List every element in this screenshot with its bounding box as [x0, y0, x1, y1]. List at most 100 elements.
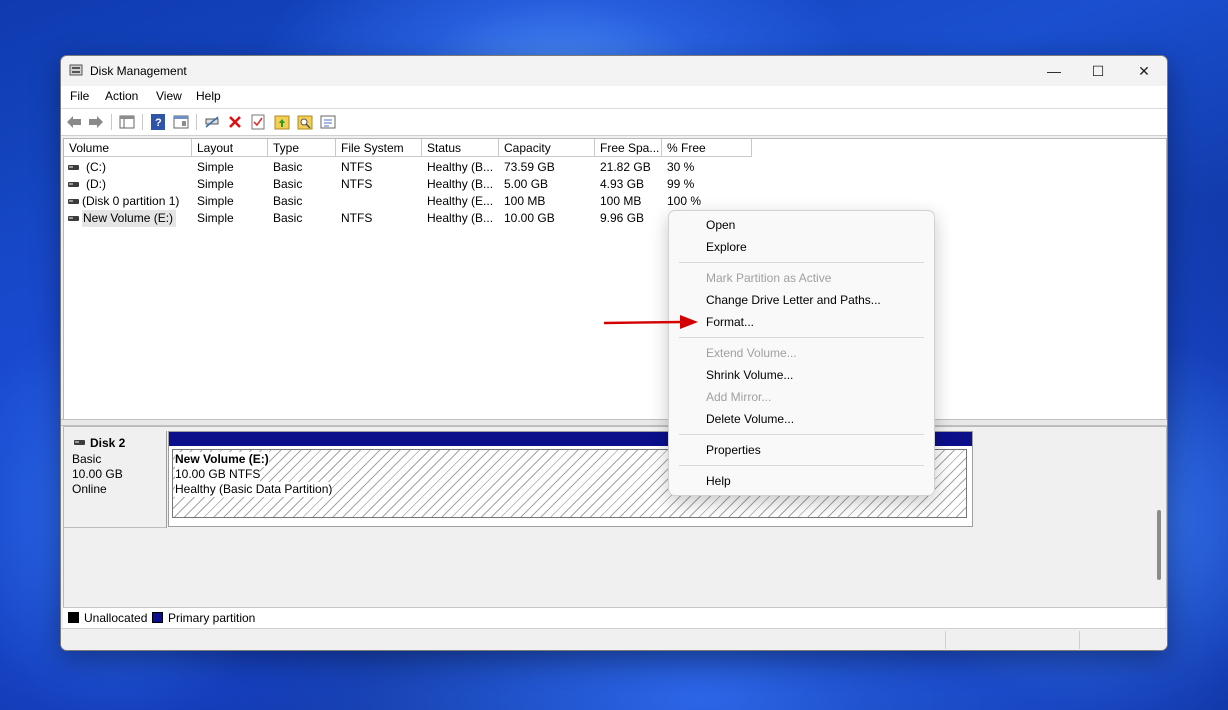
menu-action[interactable]: Action: [105, 89, 138, 103]
cell-percent-free: 99 %: [667, 177, 695, 191]
cell-status: Healthy (B...: [427, 177, 494, 191]
cell-free-space: 21.82 GB: [600, 160, 651, 174]
menu-item-properties[interactable]: Properties: [706, 443, 761, 457]
legend-primary: Primary partition: [168, 611, 256, 625]
menu-item-extend-volume[interactable]: Extend Volume...: [706, 346, 797, 360]
partition-name: New Volume (E:): [175, 452, 269, 467]
cell-volume: New Volume (E:): [83, 211, 174, 225]
menu-item-explore[interactable]: Explore: [706, 240, 747, 254]
help-icon[interactable]: ?: [149, 113, 167, 131]
cell-status: Healthy (E...: [427, 194, 494, 208]
menu-item-shrink-volume[interactable]: Shrink Volume...: [706, 368, 793, 382]
drive-icon: [68, 216, 79, 221]
column-header-file-system[interactable]: File System: [336, 139, 422, 157]
menu-separator: [679, 337, 924, 338]
menu-separator: [679, 434, 924, 435]
table-row[interactable]: (Disk 0 partition 1) Simple Basic Health…: [64, 193, 1164, 210]
cell-free-space: 100 MB: [600, 194, 642, 208]
cell-capacity: 10.00 GB: [504, 211, 555, 225]
drive-icon: [68, 165, 79, 170]
table-row[interactable]: (D:) Simple Basic NTFS Healthy (B... 5.0…: [64, 176, 1164, 193]
cell-percent-free: 100 %: [667, 194, 702, 208]
partition-status: Healthy (Basic Data Partition): [175, 482, 333, 497]
column-header-free-space[interactable]: Free Spa...: [595, 139, 662, 157]
cell-volume: (D:): [86, 177, 106, 191]
forward-arrow-icon[interactable]: [87, 113, 105, 131]
disk-management-window: Disk Management — ☐ ✕ File Action View H…: [60, 55, 1168, 651]
toolbar-separator: [196, 114, 197, 130]
column-header-type[interactable]: Type: [268, 139, 336, 157]
cell-capacity: 73.59 GB: [504, 160, 555, 174]
status-divider: [1079, 631, 1080, 649]
properties-icon[interactable]: [172, 113, 190, 131]
cell-percent-free: 30 %: [667, 160, 695, 174]
minimize-button[interactable]: —: [1031, 56, 1077, 86]
pane-splitter[interactable]: [61, 419, 1167, 426]
console-tree-icon[interactable]: [118, 113, 136, 131]
menu-item-open[interactable]: Open: [706, 218, 735, 232]
maximize-icon: ☐: [1091, 62, 1105, 79]
connect-icon[interactable]: [203, 113, 221, 131]
drive-icon: [68, 182, 79, 187]
cell-free-space: 4.93 GB: [600, 177, 645, 191]
cell-type: Basic: [273, 211, 303, 225]
legend-bar: Unallocated Primary partition: [63, 607, 1165, 628]
vertical-scrollbar[interactable]: [1157, 510, 1161, 580]
unallocated-swatch: [68, 612, 79, 623]
disk-layout-pane[interactable]: Disk 2 Basic 10.00 GB Online New Volume …: [63, 426, 1167, 608]
volume-list-pane[interactable]: Volume Layout Type File System Status Ca…: [63, 138, 1167, 420]
title-bar[interactable]: Disk Management — ☐ ✕: [61, 56, 1167, 86]
maximize-button[interactable]: ☐: [1075, 56, 1121, 86]
toolbar-separator: [142, 114, 143, 130]
cell-capacity: 100 MB: [504, 194, 546, 208]
checklist-icon[interactable]: [249, 113, 267, 131]
menu-item-mark-active[interactable]: Mark Partition as Active: [706, 271, 831, 285]
column-header-status[interactable]: Status: [422, 139, 499, 157]
minimize-icon: —: [1047, 63, 1061, 79]
cell-layout: Simple: [197, 160, 234, 174]
table-row-selected[interactable]: New Volume (E:) Simple Basic NTFS Health…: [64, 210, 1164, 227]
cell-volume: (Disk 0 partition 1): [82, 194, 180, 208]
folder-search-icon[interactable]: [296, 113, 314, 131]
disk-name: Disk 2: [90, 436, 126, 450]
close-icon: ✕: [1138, 62, 1150, 79]
cell-layout: Simple: [197, 211, 234, 225]
cell-file-system: NTFS: [341, 211, 373, 225]
column-header-layout[interactable]: Layout: [192, 139, 268, 157]
context-menu: Open Explore Mark Partition as Active Ch…: [668, 210, 935, 496]
column-header-percent-free[interactable]: % Free: [662, 139, 752, 157]
close-button[interactable]: ✕: [1121, 56, 1167, 86]
disk-state: Online: [72, 482, 107, 496]
folder-up-icon[interactable]: [273, 113, 291, 131]
menu-item-change-drive-letter[interactable]: Change Drive Letter and Paths...: [706, 293, 881, 307]
menu-view[interactable]: View: [156, 89, 182, 103]
cell-status: Healthy (B...: [427, 211, 494, 225]
cell-volume: (C:): [86, 160, 106, 174]
disk-size: 10.00 GB: [72, 467, 123, 481]
disk-management-app-icon: [69, 64, 83, 76]
disk-info-panel[interactable]: Disk 2 Basic 10.00 GB Online: [64, 431, 167, 528]
cell-type: Basic: [273, 194, 303, 208]
status-divider: [945, 631, 946, 649]
back-arrow-icon[interactable]: [65, 113, 83, 131]
menu-item-help[interactable]: Help: [706, 474, 731, 488]
disk-type: Basic: [72, 452, 102, 466]
menu-item-format[interactable]: Format...: [706, 315, 754, 329]
svg-text:?: ?: [155, 117, 162, 129]
disk-icon: [74, 440, 85, 445]
window-title: Disk Management: [90, 64, 187, 78]
menu-help[interactable]: Help: [196, 89, 221, 103]
toolbar: ?: [61, 109, 1167, 136]
column-header-volume[interactable]: Volume: [64, 139, 192, 157]
table-row[interactable]: (C:) Simple Basic NTFS Healthy (B... 73.…: [64, 159, 1164, 176]
partition-size-fs: 10.00 GB NTFS: [175, 467, 261, 482]
menu-item-delete-volume[interactable]: Delete Volume...: [706, 412, 794, 426]
column-header-capacity[interactable]: Capacity: [499, 139, 595, 157]
delete-icon[interactable]: [226, 113, 244, 131]
menu-file[interactable]: File: [70, 89, 89, 103]
primary-partition-swatch: [152, 612, 163, 623]
settings-panel-icon[interactable]: [319, 113, 337, 131]
drive-icon: [68, 199, 79, 204]
menu-item-add-mirror[interactable]: Add Mirror...: [706, 390, 771, 404]
menu-bar: File Action View Help: [61, 86, 1167, 109]
